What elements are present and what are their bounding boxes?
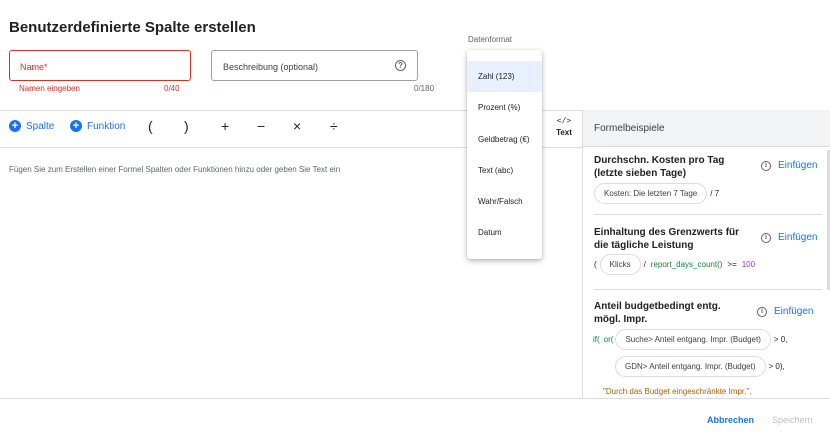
formula-operator: > 0),: [768, 362, 785, 371]
formula-editor-placeholder[interactable]: Fügen Sie zum Erstellen einer Formel Spa…: [9, 165, 340, 174]
info-icon[interactable]: i: [761, 161, 771, 171]
add-function-label: Funktion: [87, 120, 126, 132]
format-option-number[interactable]: Zahl (123): [467, 61, 542, 92]
page-title: Benutzerdefinierte Spalte erstellen: [9, 19, 256, 36]
format-option-boolean[interactable]: Wahr/Falsch: [467, 186, 542, 217]
formula-function: report_days_count(): [650, 260, 723, 269]
description-field-label: Beschreibung (optional): [223, 62, 319, 72]
formula-toolbar: + Spalte + Funktion ( ) + − × ÷: [0, 110, 545, 147]
example-formula: Kosten: Die letzten 7 Tage / 7: [594, 183, 722, 204]
format-option-date[interactable]: Datum: [467, 217, 542, 248]
format-option-currency[interactable]: Geldbetrag (€): [467, 124, 542, 155]
cancel-button[interactable]: Abbrechen: [707, 415, 754, 425]
divider: [594, 214, 822, 215]
formula-operator: > 0,: [773, 335, 788, 344]
name-field[interactable]: Name*: [9, 50, 191, 81]
description-field[interactable]: Beschreibung (optional) ?: [211, 50, 418, 81]
name-field-label: Name*: [20, 62, 48, 72]
formula-operator: (: [594, 260, 597, 269]
save-button[interactable]: Speichern: [772, 415, 813, 425]
open-paren-button[interactable]: (: [148, 118, 153, 134]
add-function-button[interactable]: + Funktion: [70, 120, 125, 132]
example-formula: "Durch das Budget eingeschränkte Impr.",: [603, 387, 751, 396]
example-formula: GDN> Anteil entgang. Impr. (Budget) > 0)…: [615, 356, 788, 377]
example-title: Anteil budgetbedingt entg. mögl. Impr.: [594, 301, 721, 325]
formula-operator: /: [643, 260, 646, 269]
examples-header: Formelbeispiele: [583, 110, 830, 147]
formula-function: or(: [603, 335, 614, 344]
text-mode-label: Text: [556, 128, 572, 137]
divide-button[interactable]: ÷: [330, 118, 338, 134]
add-icon: +: [9, 120, 21, 132]
plus-button[interactable]: +: [221, 118, 229, 134]
insert-example-button[interactable]: Einfügen: [778, 160, 817, 171]
name-error-text: Namen eingeben: [19, 84, 80, 93]
add-icon: +: [70, 120, 82, 132]
formula-column-chip: Suche> Anteil entgang. Impr. (Budget): [615, 329, 771, 350]
formula-operator: / 7: [710, 189, 720, 198]
formula-examples-panel: Formelbeispiele Durchschn. Kosten pro Ta…: [582, 110, 830, 398]
insert-example-button[interactable]: Einfügen: [778, 232, 817, 243]
add-column-button[interactable]: + Spalte: [9, 120, 54, 132]
data-format-dropdown: Zahl (123) Prozent (%) Geldbetrag (€) Te…: [467, 50, 542, 259]
minus-button[interactable]: −: [257, 118, 265, 134]
format-option-text[interactable]: Text (abc): [467, 155, 542, 186]
example-formula: if( or( Suche> Anteil entgang. Impr. (Bu…: [593, 329, 790, 350]
info-icon[interactable]: i: [757, 307, 767, 317]
code-icon: </>: [556, 116, 572, 125]
formula-column-chip: Klicks: [599, 254, 641, 275]
description-char-count: 0/180: [414, 84, 435, 93]
add-column-label: Spalte: [26, 120, 55, 132]
divider: [594, 289, 822, 290]
formula-function: if(: [593, 335, 600, 344]
formula-column-chip: GDN> Anteil entgang. Impr. (Budget): [615, 356, 766, 377]
divider: [0, 398, 830, 399]
formula-string: "Durch das Budget eingeschränkte Impr.",: [603, 387, 752, 396]
data-format-label: Datenformat: [468, 35, 513, 44]
example-title: Einhaltung des Grenzwerts für die täglic…: [594, 227, 740, 251]
multiply-button[interactable]: ×: [293, 118, 301, 134]
insert-example-button[interactable]: Einfügen: [774, 306, 813, 317]
example-title: Durchschn. Kosten pro Tag (letzte sieben…: [594, 155, 725, 179]
name-char-count: 0/40: [164, 84, 180, 93]
formula-column-chip: Kosten: Die letzten 7 Tage: [594, 183, 708, 204]
help-icon[interactable]: ?: [395, 60, 406, 71]
text-mode-toggle[interactable]: </> Text: [552, 116, 576, 137]
examples-header-title: Formelbeispiele: [594, 123, 665, 134]
close-paren-button[interactable]: ): [184, 118, 189, 134]
format-option-percent[interactable]: Prozent (%): [467, 92, 542, 123]
formula-number: 100: [741, 260, 756, 269]
example-formula: ( Klicks / report_days_count() >= 100: [594, 254, 757, 275]
info-icon[interactable]: i: [761, 233, 771, 243]
formula-operator: >=: [727, 260, 737, 269]
example-card: Anteil budgetbedingt entg. mögl. Impr. i…: [593, 300, 822, 400]
